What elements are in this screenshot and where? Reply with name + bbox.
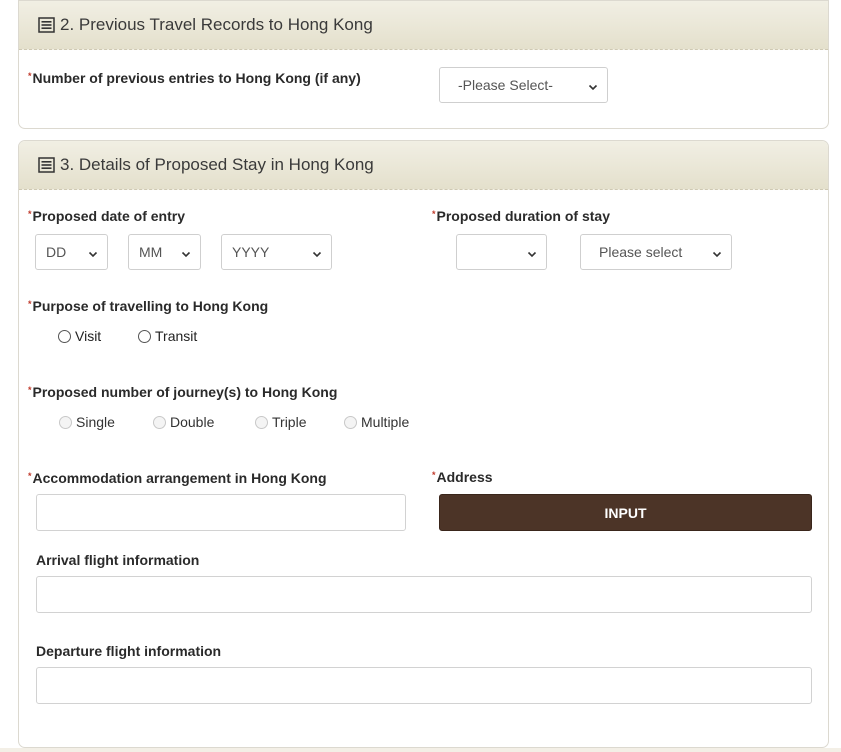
radio-label: Triple — [272, 414, 307, 430]
page-bottom-strip — [0, 748, 841, 752]
radio-circle[interactable] — [255, 415, 268, 429]
previous-entries-select[interactable]: -Please Select- — [439, 67, 608, 103]
entry-year-select[interactable]: YYYY — [221, 234, 332, 270]
duration-label: *Proposed duration of stay — [432, 208, 610, 224]
list-icon — [38, 17, 55, 33]
section-3-header: 3. Details of Proposed Stay in Hong Kong — [19, 141, 828, 190]
section-2-header: 2. Previous Travel Records to Hong Kong — [19, 1, 828, 50]
radio-label: Double — [170, 414, 215, 430]
radio-circle[interactable] — [58, 329, 71, 343]
chevron-down-icon — [312, 246, 322, 258]
departure-flight-label: Departure flight information — [36, 643, 222, 659]
required-marker: * — [28, 209, 32, 219]
required-marker: * — [28, 385, 32, 395]
entry-date-label: *Proposed date of entry — [28, 208, 185, 224]
journeys-label: *Proposed number of journey(s) to Hong K… — [28, 384, 338, 400]
list-icon — [38, 157, 55, 173]
duration-number-select[interactable] — [456, 234, 547, 270]
radio-circle[interactable] — [153, 415, 166, 429]
required-marker: * — [28, 471, 32, 481]
journey-radio-multiple[interactable]: Multiple — [344, 414, 409, 430]
departure-flight-input[interactable] — [36, 667, 812, 704]
accommodation-label: *Accommodation arrangement in Hong Kong — [28, 470, 327, 486]
previous-entries-select-value: -Please Select- — [458, 77, 553, 93]
chevron-down-icon — [712, 246, 722, 258]
required-marker: * — [28, 71, 32, 81]
journey-radio-single[interactable]: Single — [59, 414, 115, 430]
radio-label: Multiple — [361, 414, 410, 430]
radio-circle[interactable] — [344, 415, 357, 429]
required-marker: * — [432, 470, 436, 480]
chevron-down-icon — [588, 79, 598, 91]
section-3-title: 3. Details of Proposed Stay in Hong Kong — [60, 155, 374, 174]
chevron-down-icon — [527, 246, 537, 258]
accommodation-input[interactable] — [36, 494, 406, 531]
radio-label: Single — [76, 414, 115, 430]
entry-month-select-value: MM — [139, 244, 163, 260]
duration-unit-select-value: Please select — [599, 244, 683, 260]
previous-travel-panel: 2. Previous Travel Records to Hong Kong … — [18, 0, 829, 129]
address-input-button-label: INPUT — [604, 504, 647, 521]
purpose-radio-visit[interactable]: Visit — [58, 328, 101, 344]
entry-day-select-value: DD — [46, 244, 67, 260]
chevron-down-icon — [88, 246, 98, 258]
entry-year-select-value: YYYY — [232, 244, 270, 260]
duration-unit-select[interactable]: Please select — [580, 234, 732, 270]
journey-radio-triple[interactable]: Triple — [255, 414, 307, 430]
radio-circle[interactable] — [59, 415, 72, 429]
required-marker: * — [432, 209, 436, 219]
arrival-flight-label: Arrival flight information — [36, 552, 200, 568]
previous-entries-label: *Number of previous entries to Hong Kong… — [28, 70, 361, 86]
radio-circle[interactable] — [138, 329, 151, 343]
address-input-button[interactable]: INPUT — [439, 494, 812, 531]
section-2-title: 2. Previous Travel Records to Hong Kong — [60, 15, 373, 34]
address-label: *Address — [432, 469, 493, 485]
entry-month-select[interactable]: MM — [128, 234, 201, 270]
arrival-flight-input[interactable] — [36, 576, 812, 613]
chevron-down-icon — [181, 246, 191, 258]
required-marker: * — [28, 299, 32, 309]
entry-day-select[interactable]: DD — [35, 234, 108, 270]
purpose-radio-transit[interactable]: Transit — [138, 328, 197, 344]
proposed-stay-panel: 3. Details of Proposed Stay in Hong Kong… — [18, 140, 829, 748]
purpose-label: *Purpose of travelling to Hong Kong — [28, 298, 269, 314]
radio-label: Visit — [75, 328, 102, 344]
radio-label: Transit — [155, 328, 198, 344]
journey-radio-double[interactable]: Double — [153, 414, 214, 430]
